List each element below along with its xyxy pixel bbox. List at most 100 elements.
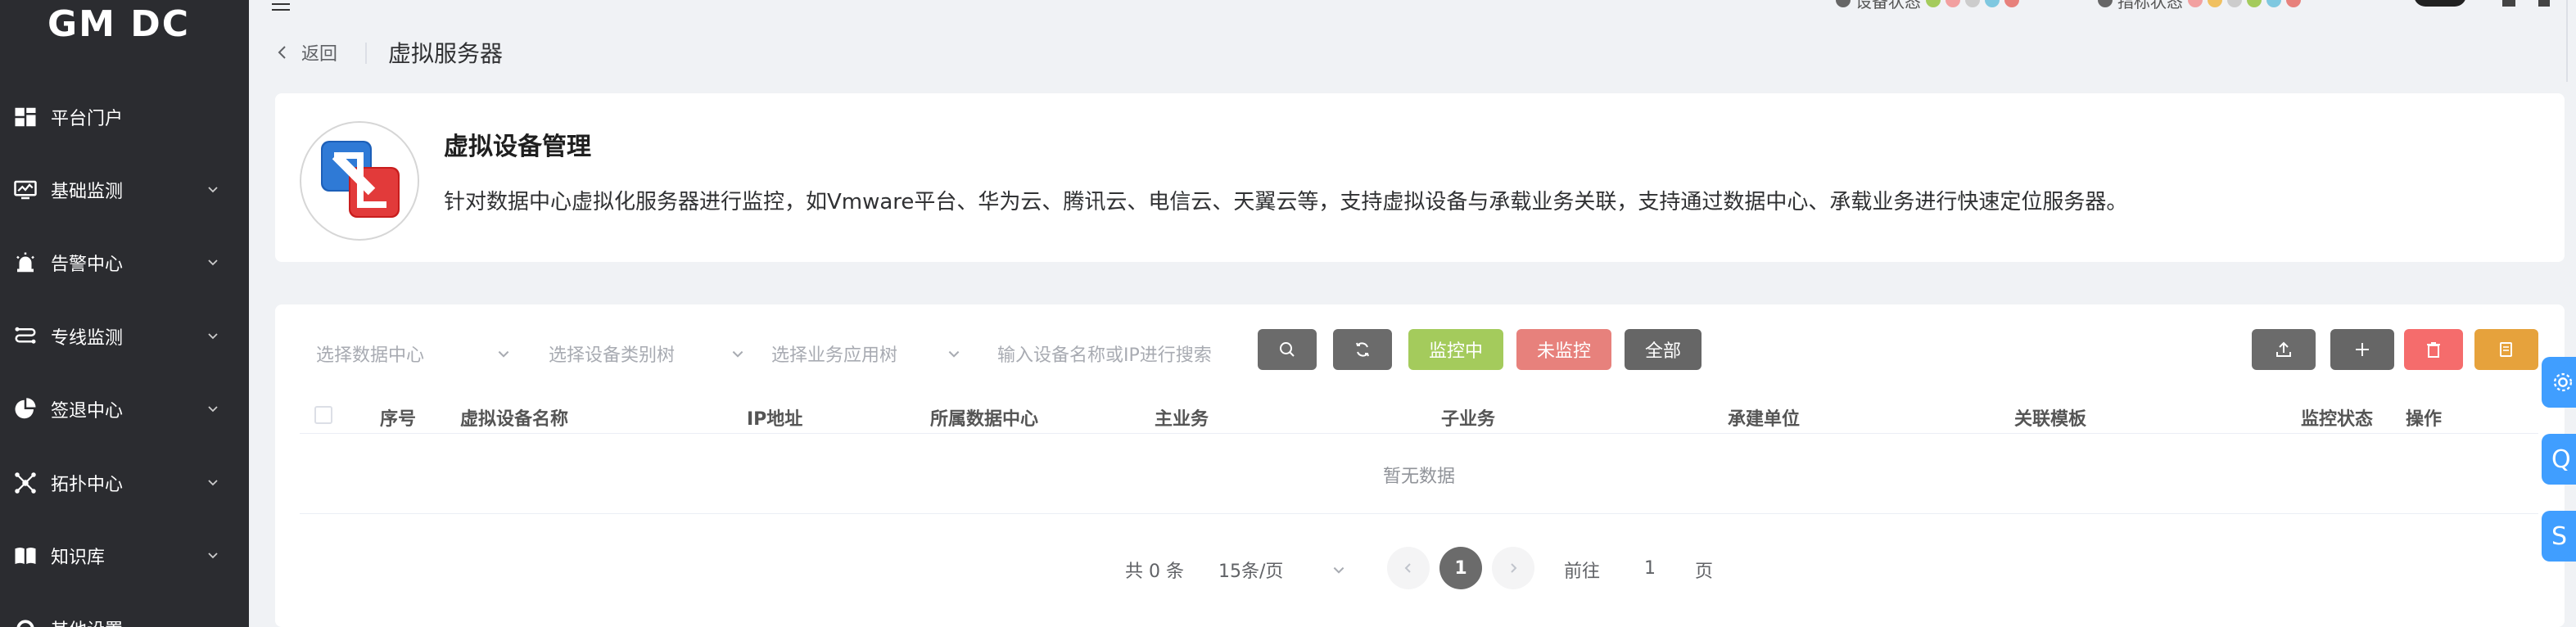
floating-settings-button[interactable] xyxy=(2542,357,2576,408)
chevron-down-icon xyxy=(498,350,509,358)
sidebar-item-label: 平台门户 xyxy=(51,109,124,129)
user-icon[interactable] xyxy=(2502,0,2515,7)
column-header: 承建单位 xyxy=(1728,409,1801,430)
back-label: 返回 xyxy=(301,44,338,65)
intro-title: 虚拟设备管理 xyxy=(444,133,591,161)
refresh-button[interactable] xyxy=(1333,329,1392,370)
search-icon xyxy=(1280,342,1295,357)
trash-icon xyxy=(2427,342,2440,358)
sidebar-item-label: 拓扑中心 xyxy=(51,475,124,495)
table-header: 序号 虚拟设备名称 IP地址 所属数据中心 主业务 子业务 承建单位 关联模板 … xyxy=(300,395,2538,434)
sidebar-item-alarm[interactable]: 告警中心 xyxy=(0,238,249,287)
metric-status-group: 指标状态 xyxy=(2098,0,2301,11)
app-logo: GM DC xyxy=(47,3,191,45)
upload-icon xyxy=(2276,341,2291,357)
datacenter-select[interactable]: 选择数据中心 xyxy=(316,331,511,377)
status-indicator-icon xyxy=(1836,0,1851,7)
business-select-placeholder: 选择业务应用树 xyxy=(771,345,898,366)
status-count-dot xyxy=(2208,0,2222,7)
page-size-select[interactable]: 15条/页 xyxy=(1199,547,1359,593)
chevron-left-icon xyxy=(278,46,286,59)
vmware-logo-icon xyxy=(300,121,419,241)
delete-button[interactable] xyxy=(2404,329,2463,370)
sidebar-item-signout[interactable]: 签退中心 xyxy=(0,385,249,434)
unmonitored-filter-button[interactable]: 未监控 xyxy=(1516,329,1611,370)
page-size-value: 15条/页 xyxy=(1218,562,1284,582)
next-page-button[interactable] xyxy=(1492,547,1534,589)
sidebar-item-label: 签退中心 xyxy=(51,401,124,422)
sidebar-item-other[interactable]: 其他设置 xyxy=(0,604,249,627)
sidebar-item-label: 知识库 xyxy=(51,548,106,568)
prev-page-button[interactable] xyxy=(1387,547,1430,589)
search-input[interactable]: 输入设备名称或IP进行搜索 xyxy=(997,331,1235,377)
status-count-dot xyxy=(2247,0,2262,7)
goto-page-input[interactable]: 1 xyxy=(1613,547,1687,589)
export-button[interactable] xyxy=(2252,329,2316,370)
all-filter-button[interactable]: 全部 xyxy=(1625,329,1702,370)
sidebar-item-knowledge[interactable]: 知识库 xyxy=(0,531,249,580)
chevron-down-icon xyxy=(948,350,960,358)
monitoring-filter-button[interactable]: 监控中 xyxy=(1408,329,1503,370)
logout-icon[interactable] xyxy=(2538,0,2550,7)
sidebar-item-portal[interactable]: 平台门户 xyxy=(0,92,249,142)
device-list-card: 选择数据中心 选择设备类别树 选择业务应用树 输入设备名称或IP进行搜索 监控中… xyxy=(275,304,2565,627)
topology-icon xyxy=(13,471,38,495)
empty-state: 暂无数据 xyxy=(300,435,2538,514)
alarm-icon xyxy=(13,250,38,275)
page-title: 虚拟服务器 xyxy=(388,40,504,67)
pagination-total: 共 0 条 xyxy=(1125,562,1184,582)
sidebar-item-basic-monitor[interactable]: 基础监测 xyxy=(0,165,249,214)
status-count-dot xyxy=(2286,0,2301,7)
column-header: 所属数据中心 xyxy=(930,409,1039,430)
floating-s-button[interactable]: S xyxy=(2542,511,2576,562)
monitor-icon xyxy=(13,178,38,202)
sidebar-item-label: 告警中心 xyxy=(51,255,124,275)
status-count-dot xyxy=(2188,0,2203,7)
device-status-group: 设备状态 xyxy=(1836,0,2019,11)
column-header: 关联模板 xyxy=(2014,409,2087,430)
column-header: 虚拟设备名称 xyxy=(460,409,569,430)
chevron-down-icon xyxy=(208,553,218,559)
page-number-button[interactable]: 1 xyxy=(1439,547,1482,589)
chevron-right-icon xyxy=(1511,563,1517,573)
column-header: 序号 xyxy=(380,409,417,430)
status-count-dot xyxy=(1985,0,2000,7)
scrollbar[interactable] xyxy=(2566,0,2568,82)
metric-status-label: 指标状态 xyxy=(2117,0,2183,11)
menu-toggle-icon[interactable] xyxy=(272,0,290,16)
sidebar-item-line-monitor[interactable]: 专线监测 xyxy=(0,312,249,361)
select-all-checkbox[interactable] xyxy=(314,406,332,424)
device-type-select-placeholder: 选择设备类别树 xyxy=(549,345,676,366)
sidebar-item-label: 专线监测 xyxy=(51,328,124,349)
gear-icon xyxy=(2553,372,2573,392)
sidebar-item-label: 基础监测 xyxy=(51,182,124,202)
business-select[interactable]: 选择业务应用树 xyxy=(771,331,961,377)
chevron-down-icon xyxy=(208,187,218,193)
chevron-down-icon xyxy=(208,406,218,413)
line-icon xyxy=(13,324,38,349)
status-count-dot xyxy=(2227,0,2242,7)
pie-icon xyxy=(13,397,38,422)
status-indicator-icon xyxy=(2098,0,2113,7)
chevron-down-icon xyxy=(208,480,218,486)
chevron-down-icon xyxy=(208,333,218,340)
column-header: 主业务 xyxy=(1155,409,1209,430)
status-count-dot xyxy=(2266,0,2281,7)
column-header: 子业务 xyxy=(1441,409,1496,430)
back-link[interactable]: 返回 xyxy=(277,39,337,65)
device-type-select[interactable]: 选择设备类别树 xyxy=(549,331,745,377)
search-button[interactable] xyxy=(1258,329,1317,370)
dashboard-icon xyxy=(13,105,38,129)
chevron-down-icon xyxy=(1333,566,1344,574)
breadcrumb-divider xyxy=(365,43,367,64)
floating-q-button[interactable]: Q xyxy=(2542,434,2576,485)
refresh-icon xyxy=(1356,342,1369,357)
sidebar-item-topology[interactable]: 拓扑中心 xyxy=(0,458,249,507)
intro-description: 针对数据中心虚拟化服务器进行监控，如Vmware平台、华为云、腾讯云、电信云、天… xyxy=(444,190,2128,214)
status-count-dot xyxy=(1965,0,1980,7)
add-button[interactable] xyxy=(2330,329,2394,370)
avatar[interactable] xyxy=(2414,0,2466,7)
sidebar: GM DC 平台门户 基础监测 告警中心 专线监测 签退中心 拓扑中心 知识库 xyxy=(0,0,249,627)
batch-edit-button[interactable] xyxy=(2474,329,2538,370)
settings-icon xyxy=(13,616,38,627)
